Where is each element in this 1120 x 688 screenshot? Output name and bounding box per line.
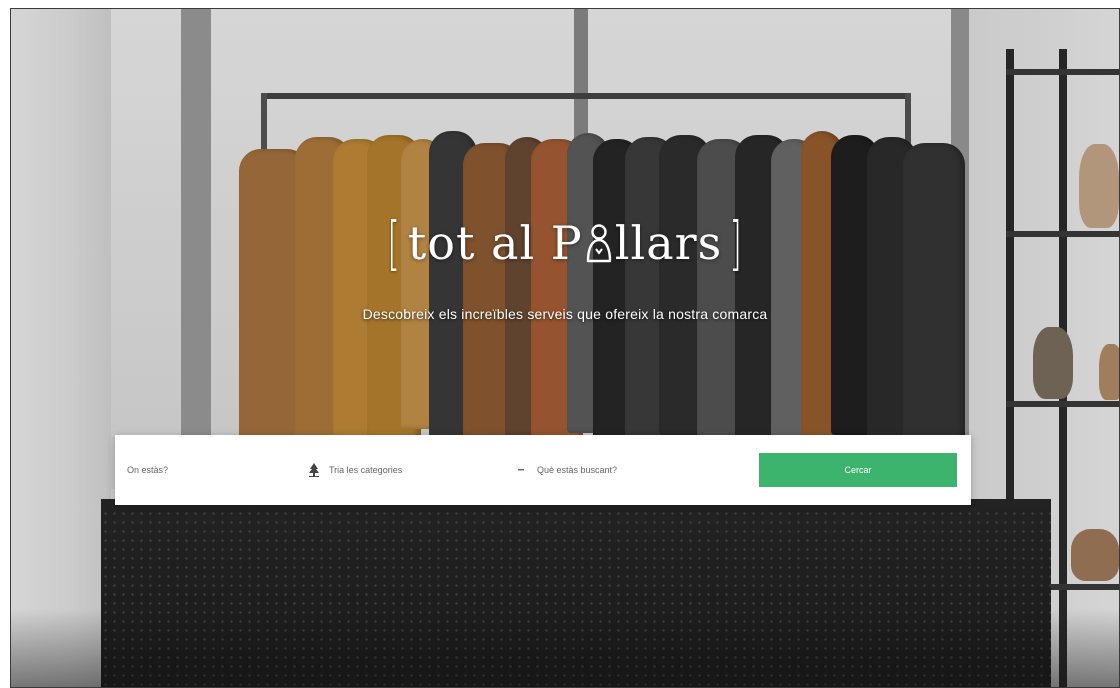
- background-photo: [11, 9, 1119, 687]
- keyword-input[interactable]: [537, 465, 741, 475]
- hero-tagline: Descobreix els increïbles serveis que of…: [362, 306, 768, 322]
- location-input[interactable]: [127, 465, 307, 475]
- logo-bracket-left: [: [387, 209, 401, 277]
- dash-icon: [515, 463, 529, 477]
- logo-wordmark: tot al P llars: [408, 216, 722, 270]
- hero-section: [ tot al P llars ] Descobreix els increï…: [10, 8, 1120, 688]
- search-bar: Cercar: [115, 435, 971, 505]
- search-button[interactable]: Cercar: [759, 453, 957, 487]
- tree-icon: [307, 463, 321, 477]
- logo-text-start: tot al P: [407, 216, 583, 270]
- logo-text-end: llars: [614, 216, 723, 270]
- image-overlay: [11, 9, 1119, 687]
- keyword-field[interactable]: [515, 435, 741, 505]
- site-logo[interactable]: [ tot al P llars ]: [11, 214, 1119, 272]
- location-field[interactable]: [127, 435, 307, 505]
- logo-bracket-right: ]: [729, 209, 743, 277]
- category-input[interactable]: [329, 465, 515, 475]
- person-silhouette-icon: [586, 224, 611, 263]
- category-field[interactable]: [307, 435, 515, 505]
